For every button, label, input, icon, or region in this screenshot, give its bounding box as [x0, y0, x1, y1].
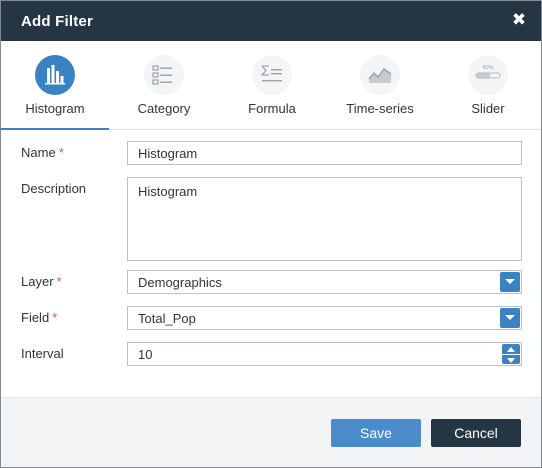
formula-icon	[252, 55, 292, 95]
interval-value: 10	[138, 347, 153, 362]
interval-spinner	[502, 344, 520, 364]
required-marker: *	[56, 274, 62, 289]
tab-label: Formula	[248, 101, 296, 116]
time-series-icon	[360, 55, 400, 95]
required-marker: *	[52, 310, 58, 325]
category-list-icon	[144, 55, 184, 95]
tab-formula[interactable]: Formula	[218, 41, 326, 129]
interval-label: Interval	[21, 346, 64, 361]
cancel-button[interactable]: Cancel	[431, 419, 521, 447]
field-select[interactable]: Total_Pop	[127, 306, 522, 330]
tab-label: Time-series	[346, 101, 414, 116]
name-input-value: Histogram	[138, 146, 198, 161]
description-label: Description	[21, 181, 87, 196]
tab-time-series[interactable]: Time-series	[326, 41, 434, 129]
interval-stepper[interactable]: 10	[127, 342, 522, 366]
field-label: Field *	[21, 310, 58, 325]
add-filter-dialog: Add Filter ✖ Histogram Category Formula …	[0, 0, 542, 468]
dialog-footer: Save Cancel	[1, 397, 541, 467]
active-tab-indicator	[1, 128, 109, 130]
tab-label: Histogram	[25, 101, 85, 116]
description-value: Histogram	[138, 184, 198, 199]
tab-label: Category	[137, 101, 191, 116]
required-marker: *	[58, 145, 64, 160]
field-select-value: Total_Pop	[138, 311, 196, 326]
name-input[interactable]: Histogram	[127, 141, 522, 165]
filter-type-tabs: Histogram Category Formula Time-series 6…	[1, 41, 541, 130]
slider-icon: 60%	[468, 55, 508, 95]
dialog-title: Add Filter	[21, 13, 93, 30]
dialog-titlebar: Add Filter ✖	[1, 1, 541, 41]
chevron-down-icon[interactable]	[500, 308, 520, 328]
layer-select[interactable]: Demographics	[127, 270, 522, 294]
name-label: Name *	[21, 145, 64, 160]
chevron-down-icon[interactable]	[500, 272, 520, 292]
increment-button[interactable]	[502, 344, 520, 354]
decrement-button[interactable]	[502, 354, 520, 364]
description-textarea[interactable]: Histogram	[127, 177, 522, 261]
tab-label: Slider	[471, 101, 505, 116]
tab-histogram[interactable]: Histogram	[1, 41, 109, 130]
tab-slider[interactable]: 60% Slider	[434, 41, 542, 129]
tab-category[interactable]: Category	[110, 41, 218, 129]
histogram-icon	[35, 55, 75, 95]
close-icon[interactable]: ✖	[509, 10, 529, 30]
save-button[interactable]: Save	[331, 419, 421, 447]
slider-icon-text: 60%	[482, 65, 493, 71]
layer-select-value: Demographics	[138, 275, 222, 290]
layer-label: Layer *	[21, 274, 62, 289]
